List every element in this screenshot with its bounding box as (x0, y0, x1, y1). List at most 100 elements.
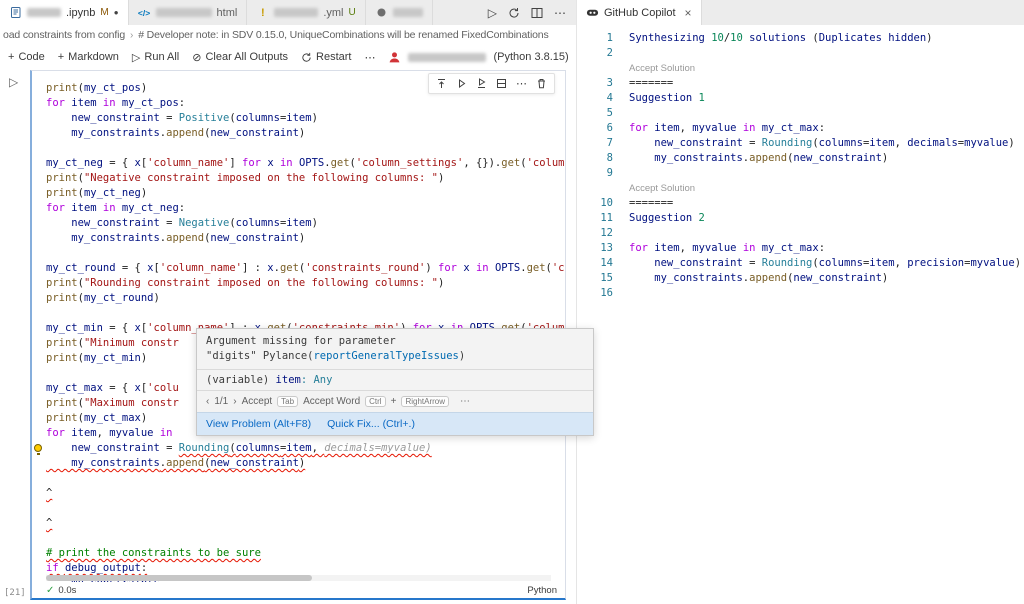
clear-all-outputs-button[interactable]: ⊘ Clear All Outputs (192, 51, 288, 64)
code-line[interactable] (46, 501, 565, 516)
breadcrumb-cell-note[interactable]: # Developer note: in SDV 0.15.0, UniqueC… (138, 29, 548, 41)
breadcrumb[interactable]: oad constraints from config › # Develope… (0, 25, 576, 45)
quick-fix-link[interactable]: Quick Fix... (Ctrl+.) (327, 418, 415, 430)
tab-notebook-file[interactable]: .ipynb M ● (0, 0, 129, 25)
code-line[interactable] (46, 531, 565, 546)
restart-button[interactable]: Restart (301, 51, 351, 63)
kernel-picker[interactable]: (Python 3.8.15) (493, 51, 568, 63)
close-icon[interactable]: × (685, 6, 692, 20)
dirty-indicator-icon: ● (114, 8, 119, 17)
code-text: Synthesizing 10/10 solutions (Duplicates… (629, 31, 933, 46)
sync-icon[interactable] (508, 7, 520, 19)
tab-fourth-file[interactable] (366, 0, 433, 25)
code-line[interactable]: print(my_ct_round) (46, 291, 565, 306)
toolbar-more-icon[interactable]: ⋯ (364, 51, 375, 64)
git-untracked-badge: U (349, 7, 356, 18)
code-line[interactable] (46, 246, 565, 261)
previous-suggestion-icon[interactable]: ‹ (206, 396, 209, 407)
run-cell-button[interactable]: ▷ (9, 75, 18, 89)
code-line[interactable]: 9 (585, 166, 1024, 181)
code-line[interactable]: 13for item, myvalue in my_ct_max: (585, 241, 1024, 256)
code-line[interactable]: my_ct_round = { x['column_name'] : x.get… (46, 261, 565, 276)
suggestion-more-icon[interactable]: ⋯ (460, 396, 470, 407)
accept-solution-lens[interactable]: Accept Solution (629, 181, 695, 196)
split-cell-icon[interactable] (496, 78, 507, 89)
accept-solution-lens[interactable]: Accept Solution (629, 61, 695, 76)
cell-status-bar: ✓0.0s Python (32, 582, 565, 598)
pylance-rule-link[interactable]: reportGeneralTypeIssues (313, 350, 458, 362)
code-line[interactable]: 15 my_constraints.append(new_constraint) (585, 271, 1024, 286)
execute-above-icon[interactable] (436, 78, 447, 89)
horizontal-scrollbar[interactable] (46, 575, 551, 581)
code-text: my_constraints.append(new_constraint) (46, 456, 305, 471)
code-text: new_constraint = Rounding(columns=item, … (629, 256, 1021, 271)
code-line[interactable]: 2 (585, 46, 1024, 61)
code-line[interactable]: 14 new_constraint = Rounding(columns=ite… (585, 256, 1024, 271)
code-text: Suggestion 2 (629, 211, 705, 226)
code-line[interactable] (46, 141, 565, 156)
next-suggestion-icon[interactable]: › (233, 396, 236, 407)
code-line[interactable]: print(my_ct_neg) (46, 186, 565, 201)
code-line[interactable]: ^ (46, 486, 565, 501)
cell-language-picker[interactable]: Python (527, 585, 557, 596)
code-line[interactable]: for item in my_ct_pos: (46, 96, 565, 111)
code-line[interactable]: 10======= (585, 196, 1024, 211)
user-error-icon[interactable] (388, 51, 401, 64)
code-line[interactable]: 3======= (585, 76, 1024, 91)
lightbulb-icon[interactable] (34, 444, 42, 452)
add-markdown-cell-button[interactable]: + Markdown (58, 51, 119, 63)
code-line[interactable]: 5 (585, 106, 1024, 121)
code-line[interactable]: new_constraint = Rounding(columns=item, … (46, 441, 565, 456)
redacted-filename (156, 8, 212, 17)
plus-separator: + (391, 396, 397, 407)
run-all-button[interactable]: ▷ Run All (132, 51, 179, 64)
code-line[interactable]: for item in my_ct_neg: (46, 201, 565, 216)
code-line[interactable]: # print the constraints to be sure (46, 546, 565, 561)
kernel-area: (Python 3.8.15) (388, 51, 596, 64)
tab-github-copilot[interactable]: GitHub Copilot × (577, 0, 702, 25)
tab-yml-file[interactable]: ! .yml U (247, 0, 365, 25)
code-line[interactable]: 11 Suggestion 2 (585, 211, 1024, 226)
delete-cell-icon[interactable] (536, 78, 547, 89)
code-line[interactable]: if debug_output: (46, 561, 565, 576)
code-line[interactable]: print("Rounding constraint imposed on th… (46, 276, 565, 291)
accept-word-button[interactable]: Accept Word (303, 396, 360, 407)
copilot-icon (586, 6, 599, 19)
accept-suggestion-button[interactable]: Accept (242, 396, 273, 407)
execute-below-icon[interactable] (476, 78, 487, 89)
code-line[interactable]: new_constraint = Positive(columns=item) (46, 111, 565, 126)
execute-cell-icon[interactable] (456, 78, 467, 89)
code-line[interactable]: 12 (585, 226, 1024, 241)
code-line[interactable]: my_ct_neg = { x['column_name'] for x in … (46, 156, 565, 171)
code-lens-row[interactable]: Accept Solution (585, 61, 1024, 76)
code-line[interactable]: my_constraints.append(new_constraint) (46, 456, 565, 471)
split-editor-icon[interactable] (531, 7, 543, 19)
view-problem-link[interactable]: View Problem (Alt+F8) (206, 418, 311, 430)
code-lens-row[interactable]: Accept Solution (585, 181, 1024, 196)
copilot-suggestions-editor[interactable]: 1Synthesizing 10/10 solutions (Duplicate… (577, 25, 1024, 604)
code-line[interactable]: my_constraints.append(new_constraint) (46, 231, 565, 246)
code-line[interactable]: 6for item, myvalue in my_ct_max: (585, 121, 1024, 136)
tab-html-file[interactable]: </> html (129, 0, 248, 25)
hover-actions-bar: View Problem (Alt+F8) Quick Fix... (Ctrl… (197, 412, 593, 435)
scrollbar-thumb[interactable] (46, 575, 312, 581)
code-line[interactable]: 1Synthesizing 10/10 solutions (Duplicate… (585, 31, 1024, 46)
line-number: 11 (585, 211, 613, 226)
code-line[interactable]: 16 (585, 286, 1024, 301)
code-line[interactable]: 8 my_constraints.append(new_constraint) (585, 151, 1024, 166)
code-text: new_constraint = Rounding(columns=item, … (629, 136, 1015, 151)
code-line[interactable]: 7 new_constraint = Rounding(columns=item… (585, 136, 1024, 151)
run-icon[interactable]: ▷ (488, 6, 497, 20)
breadcrumb-cell-title[interactable]: oad constraints from config (3, 29, 125, 41)
code-line[interactable]: my_constraints.append(new_constraint) (46, 126, 565, 141)
code-line[interactable]: ^ (46, 516, 565, 531)
more-actions-icon[interactable]: ⋯ (554, 6, 566, 20)
code-line[interactable]: 4Suggestion 1 (585, 91, 1024, 106)
code-line[interactable]: new_constraint = Negative(columns=item) (46, 216, 565, 231)
code-line[interactable] (46, 306, 565, 321)
add-code-cell-button[interactable]: + Code (8, 51, 45, 63)
line-number: 10 (585, 196, 613, 211)
code-line[interactable] (46, 471, 565, 486)
cell-more-actions-icon[interactable]: ⋯ (516, 77, 527, 90)
code-line[interactable]: print("Negative constraint imposed on th… (46, 171, 565, 186)
